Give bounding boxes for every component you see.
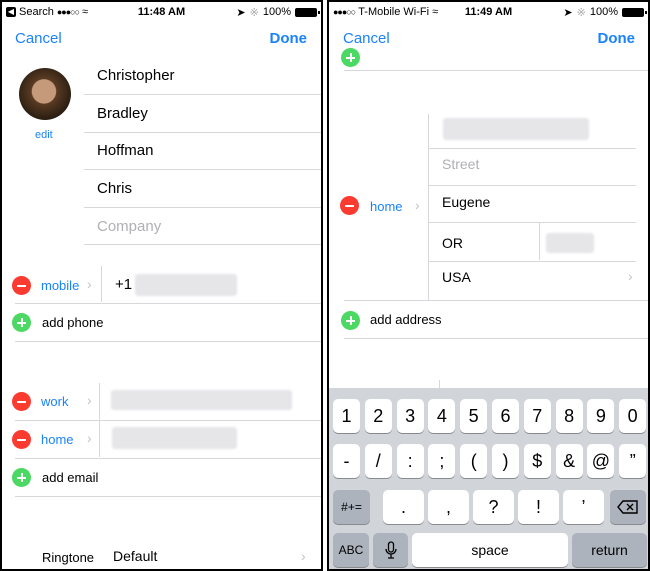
remove-email-button[interactable] <box>12 430 31 449</box>
key[interactable]: ) <box>492 444 519 478</box>
return-key[interactable]: return <box>572 533 647 567</box>
country-field[interactable]: USA <box>442 269 471 285</box>
email-label-home[interactable]: home <box>41 432 74 447</box>
chevron-right-icon: › <box>87 392 92 408</box>
key[interactable]: $ <box>523 444 551 478</box>
middle-name-field[interactable]: Bradley <box>97 105 148 122</box>
back-arrow-icon[interactable]: ◀ <box>6 7 16 17</box>
key[interactable]: ; <box>428 444 456 478</box>
signal-dots-icon: ●●●○○ <box>56 7 80 17</box>
cancel-button[interactable]: Cancel <box>15 30 62 47</box>
add-address-icon[interactable] <box>341 311 360 330</box>
state-field[interactable]: OR <box>442 235 463 251</box>
edit-contact-screen-right: ●●●○○ T-Mobile Wi-Fi ≈ 11:49 AM ➤ ※ 100%… <box>327 0 650 571</box>
status-bar: ◀ Search ●●●○○ ≈ 11:48 AM ➤ ※ 100% <box>2 2 321 22</box>
ringtone-value[interactable]: Default <box>113 548 157 564</box>
redacted-street-address <box>443 118 589 140</box>
delete-key[interactable] <box>610 490 646 524</box>
first-name-field[interactable]: Christopher <box>97 67 175 84</box>
key[interactable]: 4 <box>428 399 456 433</box>
remove-email-button[interactable] <box>12 392 31 411</box>
chevron-right-icon: › <box>87 430 92 446</box>
bluetooth-icon: ※ <box>576 6 586 19</box>
dictation-key[interactable] <box>373 533 408 567</box>
remove-address-button[interactable] <box>340 196 359 215</box>
carrier-name: T-Mobile Wi-Fi <box>358 6 430 18</box>
add-email-button[interactable]: add email <box>42 470 98 485</box>
key[interactable]: 2 <box>364 399 392 433</box>
city-field[interactable]: Eugene <box>442 194 490 210</box>
key[interactable]: ( <box>460 444 488 478</box>
back-to-app-label[interactable]: Search <box>19 6 54 18</box>
key[interactable]: 7 <box>523 399 551 433</box>
key[interactable]: 8 <box>555 399 583 433</box>
chevron-right-icon[interactable]: › <box>301 548 306 564</box>
status-bar: ●●●○○ T-Mobile Wi-Fi ≈ 11:49 AM ➤ ※ 100% <box>329 2 648 22</box>
key[interactable]: @ <box>587 444 615 478</box>
key[interactable]: - <box>333 444 360 478</box>
add-item-icon[interactable] <box>341 48 360 67</box>
redacted-work-email <box>111 390 292 410</box>
wifi-icon: ≈ <box>82 6 89 18</box>
battery-percent: 100% <box>262 6 291 18</box>
key[interactable]: , <box>428 490 469 524</box>
battery-icon <box>622 7 647 17</box>
phone-label-mobile[interactable]: mobile <box>41 278 79 293</box>
delete-icon <box>617 500 638 514</box>
add-address-button[interactable]: add address <box>370 312 442 327</box>
key[interactable]: 3 <box>396 399 424 433</box>
street2-field[interactable]: Street <box>442 156 479 172</box>
redacted-home-email <box>112 427 237 449</box>
phone-number-field[interactable]: +1 <box>115 276 132 293</box>
add-email-icon[interactable] <box>12 468 31 487</box>
chevron-right-icon: › <box>87 276 92 292</box>
battery-percent: 100% <box>589 6 618 18</box>
redacted-phone-number <box>135 274 237 296</box>
chevron-right-icon[interactable]: › <box>628 268 633 284</box>
key[interactable]: 0 <box>619 399 647 433</box>
last-name-field[interactable]: Hoffman <box>97 142 153 159</box>
signal-dots-icon: ●●●○○ <box>333 7 356 17</box>
email-label-work[interactable]: work <box>41 394 68 409</box>
key[interactable]: / <box>364 444 392 478</box>
key[interactable]: ’ <box>563 490 604 524</box>
location-icon: ➤ <box>563 6 573 19</box>
add-phone-icon[interactable] <box>12 313 31 332</box>
edit-photo-link[interactable]: edit <box>35 129 53 141</box>
redacted-zip-code <box>546 233 594 253</box>
keyboard: 1234567890 - /:;() $ & @” #+= .,?!’ ABC spac… <box>329 388 648 569</box>
address-label-home[interactable]: home <box>370 199 403 214</box>
remove-phone-button[interactable] <box>12 276 31 295</box>
wifi-icon: ≈ <box>432 6 439 18</box>
space-key[interactable]: space <box>412 533 568 567</box>
nickname-field[interactable]: Chris <box>97 180 132 197</box>
key-more-symbols[interactable]: #+= <box>333 490 370 524</box>
edit-contact-screen-left: ◀ Search ●●●○○ ≈ 11:48 AM ➤ ※ 100% Cance… <box>0 0 323 571</box>
key[interactable]: 6 <box>492 399 519 433</box>
key[interactable]: & <box>555 444 583 478</box>
key[interactable]: : <box>396 444 424 478</box>
microphone-icon <box>384 541 397 559</box>
key[interactable]: ! <box>518 490 559 524</box>
company-field[interactable]: Company <box>97 218 161 235</box>
location-icon: ➤ <box>236 6 246 19</box>
contact-photo[interactable] <box>19 68 71 120</box>
key[interactable]: ” <box>619 444 647 478</box>
chevron-right-icon: › <box>415 197 420 213</box>
cancel-button[interactable]: Cancel <box>343 30 390 47</box>
key[interactable]: . <box>383 490 424 524</box>
battery-icon <box>295 7 320 17</box>
bluetooth-icon: ※ <box>249 6 259 19</box>
done-button[interactable]: Done <box>270 30 308 47</box>
key[interactable]: 9 <box>587 399 615 433</box>
key-abc[interactable]: ABC <box>333 533 369 567</box>
key[interactable]: ? <box>473 490 514 524</box>
ringtone-label: Ringtone <box>42 550 95 565</box>
key[interactable]: 1 <box>333 399 360 433</box>
done-button[interactable]: Done <box>598 30 636 47</box>
add-phone-button[interactable]: add phone <box>42 315 103 330</box>
key[interactable]: 5 <box>460 399 488 433</box>
